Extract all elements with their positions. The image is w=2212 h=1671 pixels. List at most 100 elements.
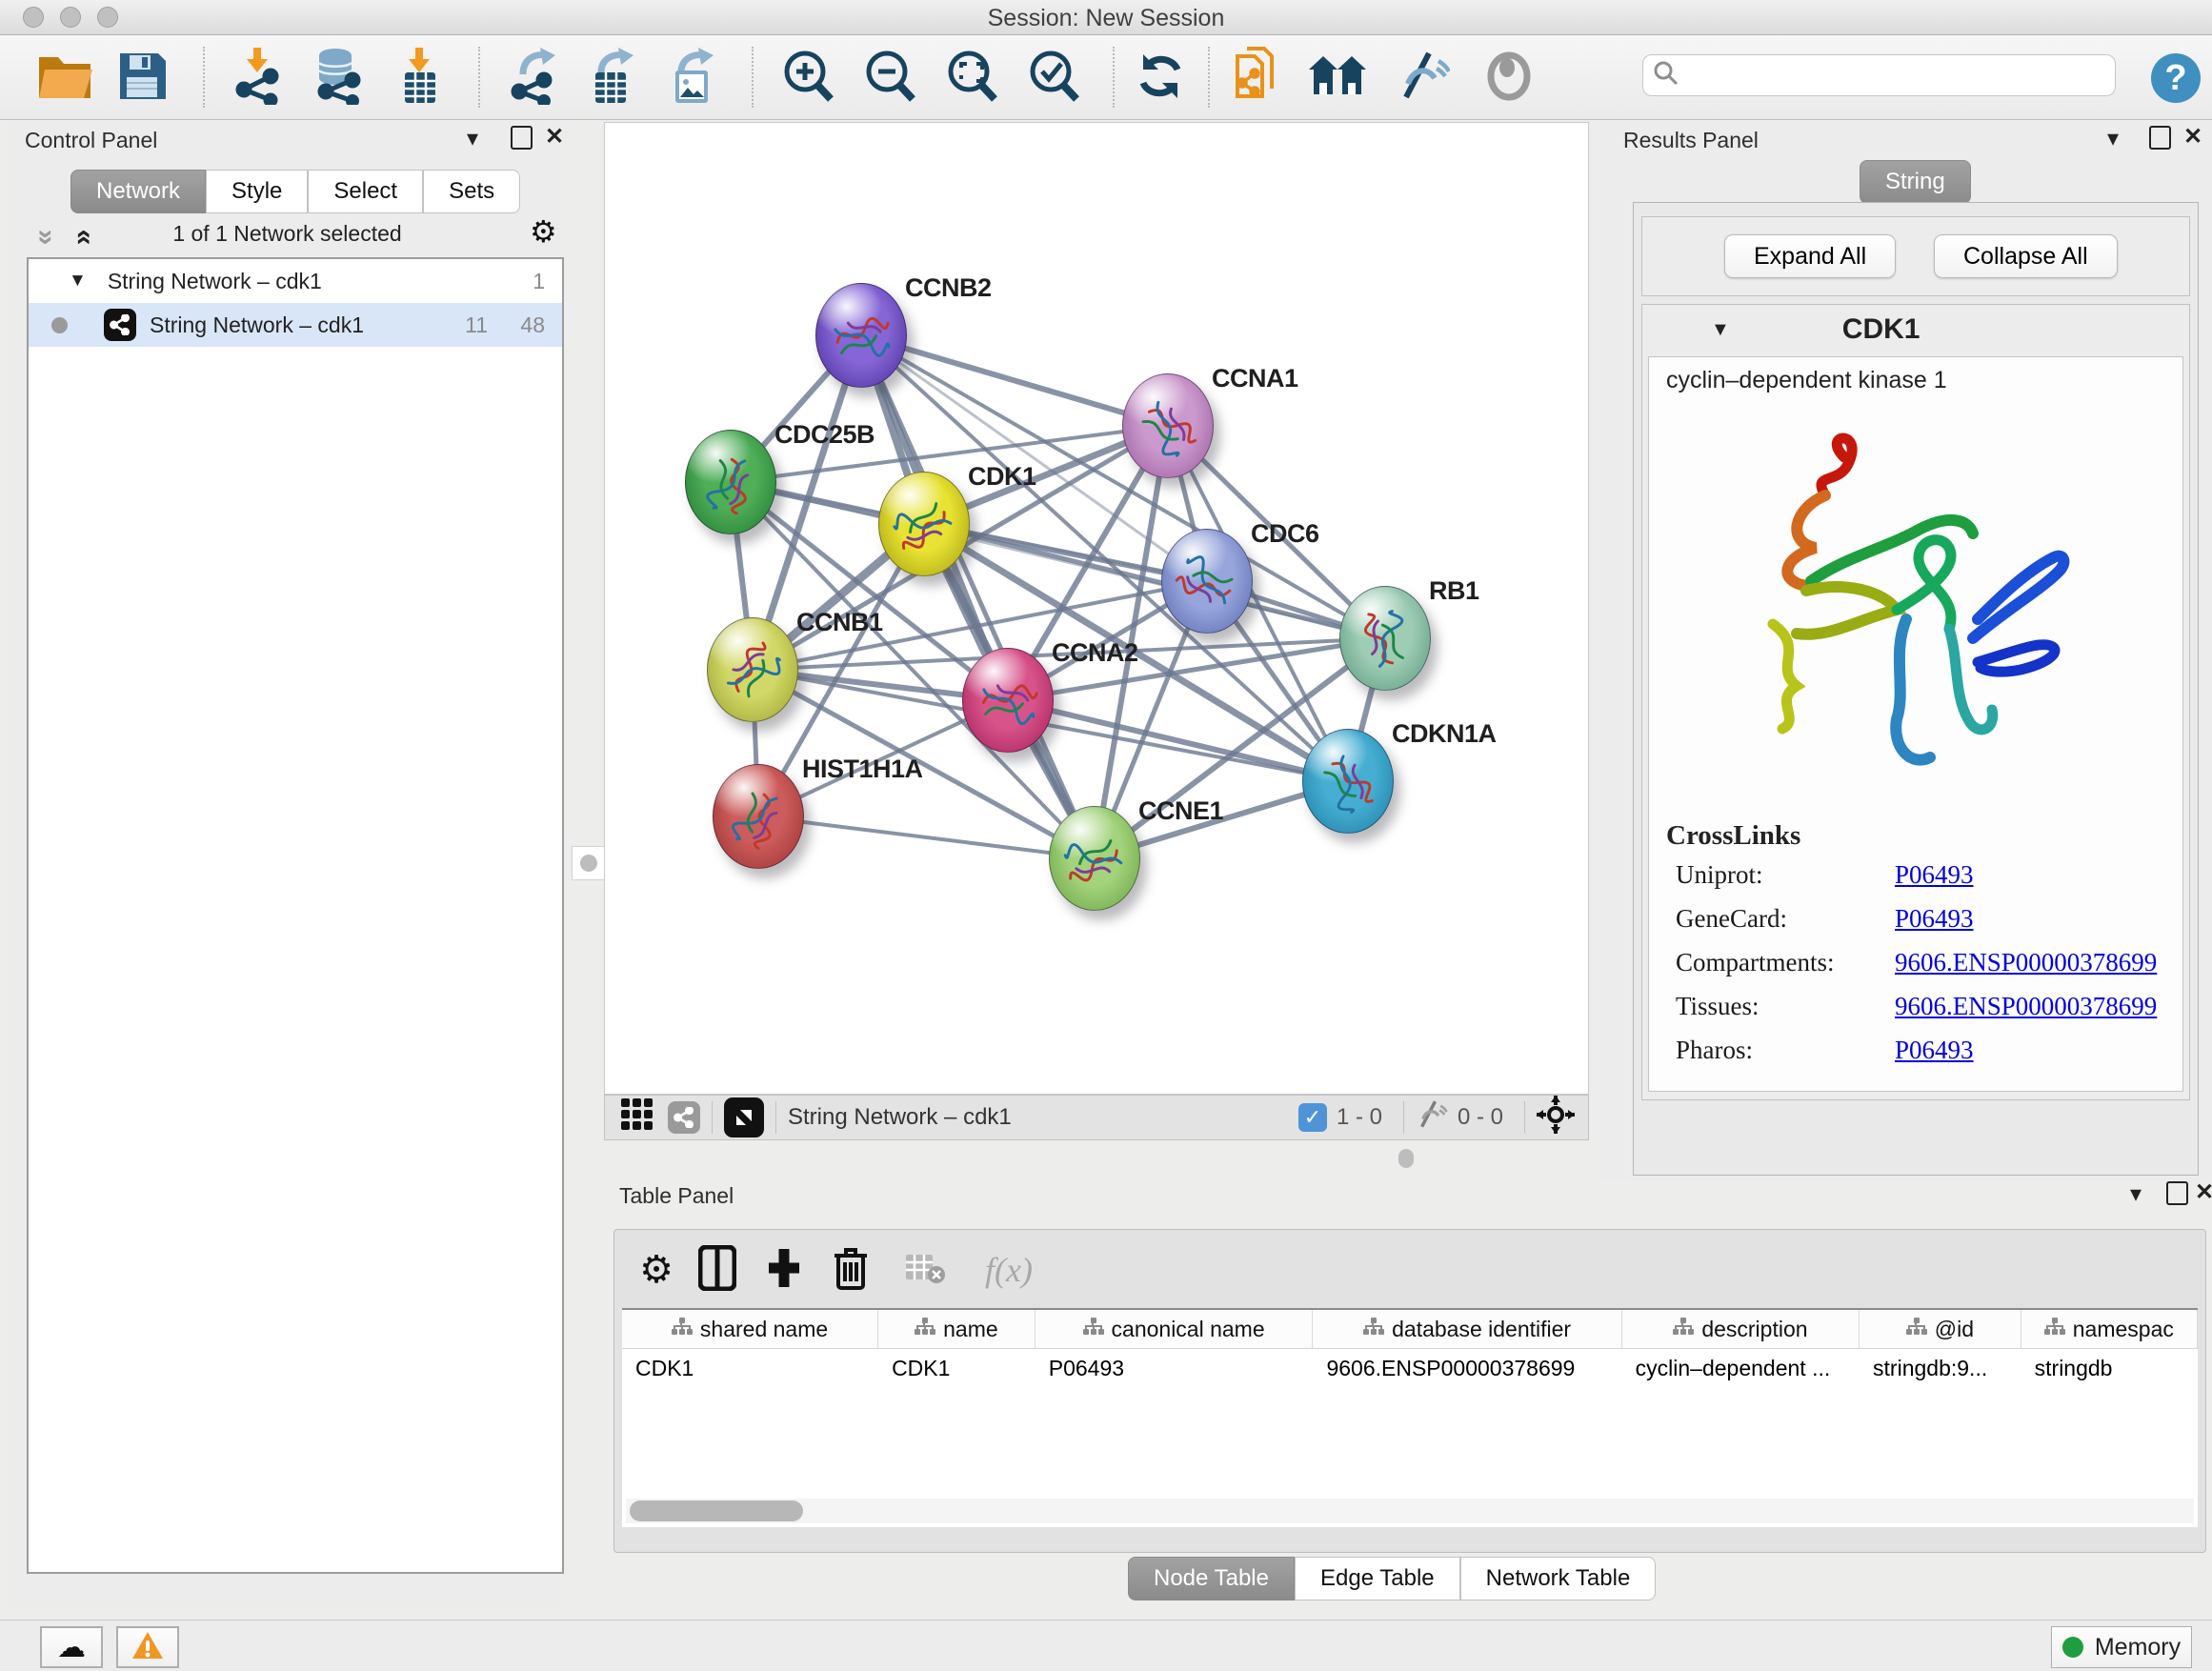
network-node-CCNA1[interactable]	[1122, 373, 1214, 478]
save-session-button[interactable]	[112, 49, 173, 108]
search-box[interactable]	[1642, 54, 2116, 96]
undock-panel-icon[interactable]	[2166, 1181, 2188, 1212]
float-panel-icon[interactable]: ▾	[467, 126, 478, 152]
zoom-fit-button[interactable]	[941, 49, 1002, 108]
horizontal-scrollbar[interactable]	[626, 1499, 2194, 1523]
expand-all-button[interactable]: Expand All	[1724, 234, 1896, 278]
float-panel-icon[interactable]: ▾	[2107, 126, 2119, 152]
tab-sets[interactable]: Sets	[423, 170, 520, 213]
column-header-canonical-name[interactable]: canonical name	[1036, 1310, 1314, 1348]
network-options-gear-icon[interactable]: ⚙	[530, 213, 557, 250]
table-cell[interactable]: cyclin–dependent ...	[1622, 1349, 1860, 1387]
network-canvas[interactable]: CCNB2 CCNA1 CDC25B CDK1 CDC6 RB1 CCNB1	[604, 122, 1589, 1095]
hidden-eye-icon	[1416, 1100, 1448, 1136]
network-view-toolbar: String Network – cdk1 ✓ 1 - 0 0 - 0	[604, 1095, 1589, 1140]
export-image-icon	[670, 48, 717, 110]
network-node-CDC25B[interactable]	[685, 430, 776, 534]
network-node-CCNE1[interactable]	[1049, 806, 1140, 911]
undock-panel-icon[interactable]	[2149, 126, 2171, 156]
import-network-from-file-button[interactable]	[229, 49, 290, 108]
tab-style[interactable]: Style	[206, 170, 308, 213]
network-collection-row[interactable]: ▼ String Network – cdk1 1	[29, 259, 562, 303]
network-row[interactable]: String Network – cdk1 11 48	[29, 303, 562, 347]
column-header-database-identifier[interactable]: database identifier	[1313, 1310, 1621, 1348]
tab-select[interactable]: Select	[308, 170, 423, 213]
network-view-share-icon[interactable]	[668, 1101, 700, 1134]
section-expander-icon[interactable]: ▼	[1711, 319, 1730, 341]
show-columns-button[interactable]	[693, 1243, 742, 1297]
crosslink-link[interactable]: P06493	[1895, 1036, 1974, 1065]
table-options-button[interactable]: ⚙	[632, 1243, 681, 1297]
table-cell[interactable]: CDK1	[622, 1349, 878, 1387]
bottom-splitter-handle[interactable]	[1398, 1149, 1414, 1168]
network-node-RB1[interactable]	[1339, 586, 1431, 691]
tab-network-table[interactable]: Network Table	[1460, 1557, 1657, 1601]
export-image-button[interactable]	[663, 49, 724, 108]
crosslink-link[interactable]: P06493	[1895, 904, 1974, 934]
export-network-button[interactable]	[505, 49, 566, 108]
import-table-from-file-button[interactable]	[389, 49, 450, 108]
table-data-row[interactable]: CDK1CDK1P064939606.ENSP00000378699cyclin…	[622, 1349, 2198, 1387]
tab-node-table[interactable]: Node Table	[1128, 1557, 1295, 1601]
delete-column-button[interactable]	[826, 1243, 875, 1297]
share-document-button[interactable]	[1229, 49, 1290, 108]
search-input[interactable]	[1679, 62, 2083, 89]
tab-edge-table[interactable]: Edge Table	[1295, 1557, 1460, 1601]
node-table[interactable]: shared namenamecanonical namedatabase id…	[622, 1308, 2198, 1527]
network-node-CDK1[interactable]	[878, 472, 970, 576]
tab-string[interactable]: String	[1860, 160, 1971, 204]
table-cell[interactable]: P06493	[1036, 1349, 1314, 1387]
network-node-CCNB1[interactable]	[707, 617, 798, 722]
left-splitter-handle[interactable]	[572, 846, 606, 880]
grid-view-icon[interactable]	[620, 1097, 654, 1138]
title-bar: Session: New Session	[0, 0, 2212, 35]
open-session-button[interactable]	[34, 49, 95, 108]
column-header--id[interactable]: @id	[1860, 1310, 2021, 1348]
import-network-from-database-button[interactable]	[307, 49, 368, 108]
table-cell[interactable]: stringdb	[2021, 1349, 2198, 1387]
string-home-button[interactable]	[1307, 49, 1368, 108]
selected-checkbox-icon[interactable]: ✓	[1298, 1103, 1327, 1132]
help-button[interactable]: ?	[2145, 49, 2206, 108]
undock-panel-icon[interactable]	[511, 126, 533, 156]
birds-eye-view-icon[interactable]	[724, 1097, 764, 1137]
gene-section-header[interactable]: ▼ CDK1	[1642, 305, 2189, 354]
network-node-CCNA2[interactable]	[962, 648, 1054, 753]
warnings-button[interactable]	[116, 1626, 179, 1668]
table-cell[interactable]: stringdb:9...	[1860, 1349, 2021, 1387]
refresh-button[interactable]	[1130, 49, 1191, 108]
network-node-CCNB2[interactable]	[815, 283, 907, 388]
hide-selected-button[interactable]	[1393, 49, 1454, 108]
pan-crosshair-icon[interactable]	[1537, 1096, 1575, 1140]
crosslink-link[interactable]: 9606.ENSP00000378699	[1895, 992, 2157, 1021]
memory-button[interactable]: Memory	[2051, 1626, 2192, 1668]
node-label-CCNA2: CCNA2	[1052, 638, 1138, 668]
scrollbar-thumb[interactable]	[630, 1500, 803, 1521]
collapse-all-button[interactable]: Collapse All	[1934, 234, 2118, 278]
network-node-CDC6[interactable]	[1161, 529, 1253, 634]
zoom-out-button[interactable]	[859, 49, 920, 108]
zoom-in-button[interactable]	[777, 49, 838, 108]
tab-network[interactable]: Network	[70, 170, 206, 213]
table-cell[interactable]: 9606.ENSP00000378699	[1313, 1349, 1621, 1387]
create-column-button[interactable]	[759, 1243, 809, 1297]
collection-count: 1	[533, 269, 545, 294]
export-table-button[interactable]	[583, 49, 644, 108]
show-all-button[interactable]	[1478, 49, 1539, 108]
close-panel-icon[interactable]: ✕	[545, 124, 564, 151]
crosslink-link[interactable]: 9606.ENSP00000378699	[1895, 948, 2157, 977]
close-panel-icon[interactable]: ✕	[2183, 124, 2202, 151]
column-header-description[interactable]: description	[1622, 1310, 1860, 1348]
collection-expander-icon[interactable]: ▼	[69, 271, 87, 292]
column-header-shared-name[interactable]: shared name	[622, 1310, 878, 1348]
column-header-name[interactable]: name	[878, 1310, 1036, 1348]
crosslink-link[interactable]: P06493	[1895, 860, 1974, 890]
column-header-namespac[interactable]: namespac	[2021, 1310, 2198, 1348]
table-cell[interactable]: CDK1	[878, 1349, 1036, 1387]
network-node-CDKN1A[interactable]	[1302, 729, 1394, 834]
network-node-HIST1H1A[interactable]	[713, 764, 804, 869]
float-panel-icon[interactable]: ▾	[2130, 1181, 2142, 1208]
close-panel-icon[interactable]: ✕	[2195, 1179, 2212, 1206]
zoom-selected-button[interactable]	[1023, 49, 1084, 108]
cloud-status-button[interactable]: ☁	[40, 1626, 103, 1668]
